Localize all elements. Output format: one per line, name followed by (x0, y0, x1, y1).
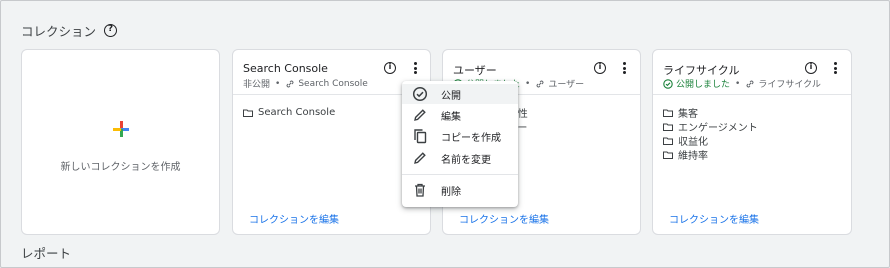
menu-item-copy[interactable]: コピーを作成 (402, 126, 518, 146)
item-label: エンゲージメント (678, 123, 758, 134)
card-source: ライフサイクル (758, 80, 821, 90)
collection-card-lifecycle: ライフサイクル 公開しました • ライフサイクル 集客 (652, 49, 852, 235)
reports-title: レポート (21, 246, 72, 261)
check-circle-icon (412, 86, 428, 102)
item-label: 維持率 (678, 151, 708, 162)
edit-collection-link[interactable]: コレクションを編集 (459, 211, 549, 226)
list-item: エンゲージメント (663, 120, 758, 134)
menu-divider (402, 174, 518, 175)
card-source: ユーザー (548, 80, 585, 90)
item-label: 収益化 (678, 137, 708, 148)
new-collection-card[interactable]: 新しいコレクションを作成 (21, 49, 220, 235)
folder-icon (663, 151, 673, 159)
card-status: 非公開 (243, 80, 271, 90)
new-collection-label: 新しいコレクションを作成 (60, 162, 181, 173)
pencil-icon (414, 109, 426, 121)
link-icon (536, 80, 544, 87)
copy-icon (414, 129, 427, 144)
more-vert-icon[interactable] (411, 61, 419, 75)
menu-item-delete[interactable]: 削除 (402, 180, 518, 200)
menu-item-rename[interactable]: 名前を変更 (402, 148, 518, 168)
list-item: 維持率 (663, 148, 758, 162)
menu-item-publish[interactable]: 公開 (402, 84, 518, 104)
menu-item-label: 公開 (441, 90, 461, 102)
card-header: Search Console 非公開 • Search Console (233, 50, 430, 95)
info-icon[interactable] (594, 62, 606, 74)
link-icon (286, 80, 294, 87)
info-icon[interactable] (805, 62, 817, 74)
list-item: 集客 (663, 106, 758, 120)
card-title: ユーザー (453, 64, 497, 77)
card-status: 公開しました (676, 80, 731, 90)
edit-collection-link[interactable]: コレクションを編集 (249, 211, 339, 226)
card-subtitle: 公開しました • ライフサイクル (663, 77, 821, 90)
item-label: Search Console (258, 107, 336, 118)
check-circle-icon (663, 78, 673, 89)
published-status: 公開しました (663, 77, 730, 90)
trash-icon (415, 183, 425, 197)
card-subtitle: 非公開 • Search Console (243, 78, 368, 91)
help-circle-icon[interactable] (104, 24, 118, 37)
menu-item-label: コピーを作成 (441, 132, 501, 144)
more-vert-icon[interactable] (620, 61, 628, 75)
edit-collection-link[interactable]: コレクションを編集 (669, 211, 759, 226)
folder-icon (663, 137, 673, 145)
folder-icon (663, 123, 673, 131)
card-items: Search Console (243, 106, 335, 120)
section-title: コレクション (21, 24, 97, 39)
menu-item-label: 名前を変更 (441, 154, 491, 166)
list-item: 収益化 (663, 134, 758, 148)
menu-item-label: 編集 (441, 111, 461, 123)
item-label: 集客 (678, 109, 698, 120)
card-title: ライフサイクル (663, 64, 740, 77)
card-context-menu: 公開 編集 コピーを作成 名前を変更 削除 (402, 81, 518, 207)
plus-icon (113, 121, 129, 137)
card-title: Search Console (243, 62, 328, 75)
card-source: Search Console (298, 78, 368, 89)
folder-icon (243, 109, 253, 117)
folder-icon (663, 109, 673, 117)
more-vert-icon[interactable] (831, 61, 839, 75)
menu-item-label: 削除 (441, 186, 461, 198)
card-header: ライフサイクル 公開しました • ライフサイクル (653, 50, 851, 95)
pencil-icon (414, 152, 426, 164)
menu-item-edit[interactable]: 編集 (402, 105, 518, 125)
info-icon[interactable] (384, 62, 396, 74)
link-icon (746, 80, 754, 87)
list-item: Search Console (243, 106, 335, 119)
section-header: コレクション (21, 21, 118, 40)
collections-panel: コレクション 新しいコレクションを作成 Search Console 非公開 •… (0, 0, 890, 268)
card-items: 集客 エンゲージメント 収益化 維持率 (663, 106, 758, 162)
